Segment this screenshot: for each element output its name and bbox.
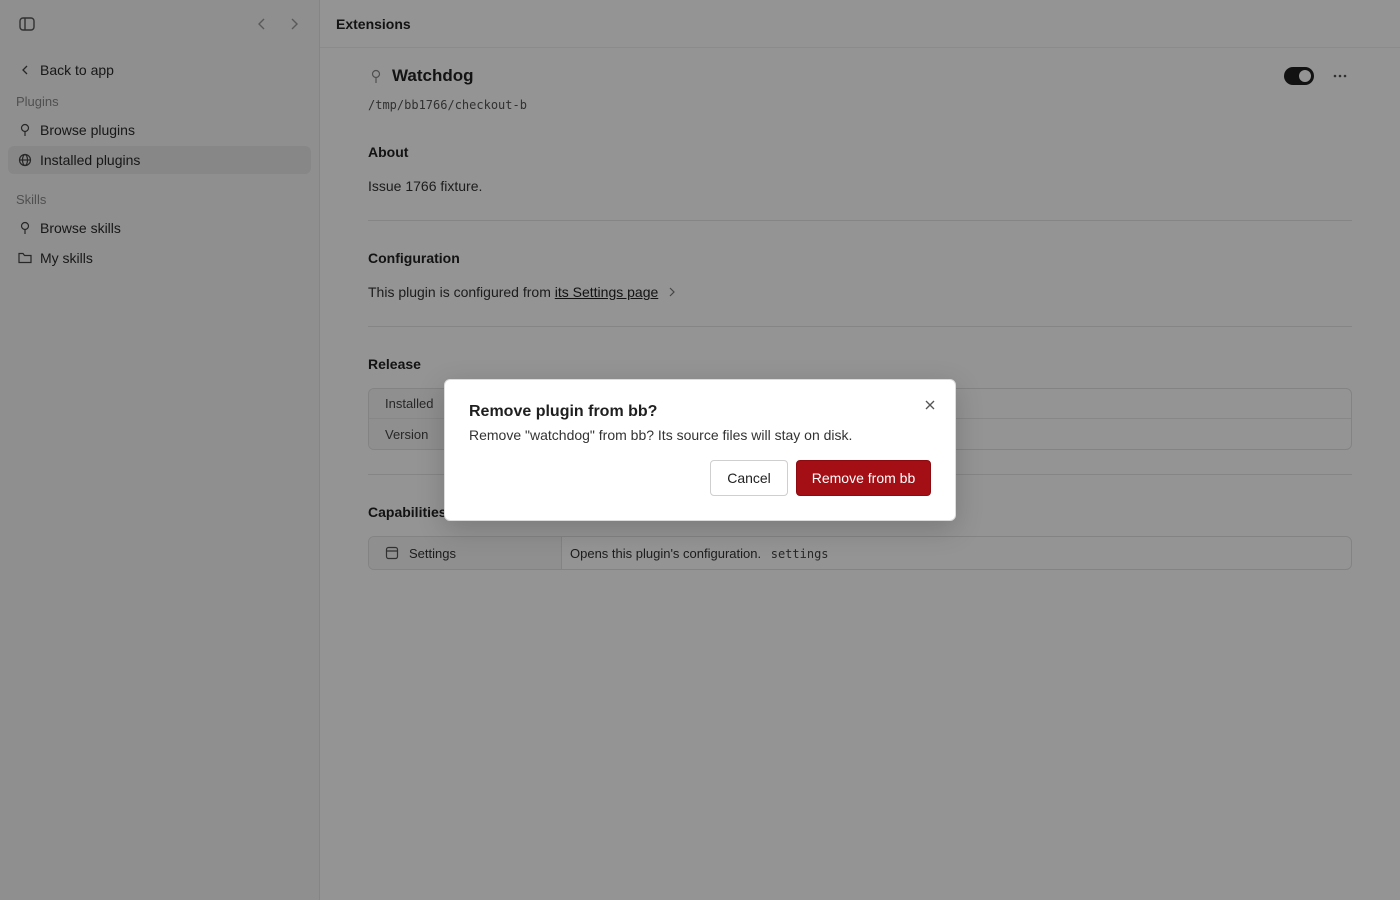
cancel-button[interactable]: Cancel xyxy=(710,460,788,496)
remove-from-bb-button[interactable]: Remove from bb xyxy=(796,460,931,496)
remove-plugin-dialog: Remove plugin from bb? Remove "watchdog"… xyxy=(444,379,956,521)
dialog-title: Remove plugin from bb? xyxy=(469,403,658,420)
dialog-description: Remove "watchdog" from bb? Its source fi… xyxy=(469,427,853,443)
close-icon[interactable] xyxy=(921,396,939,414)
